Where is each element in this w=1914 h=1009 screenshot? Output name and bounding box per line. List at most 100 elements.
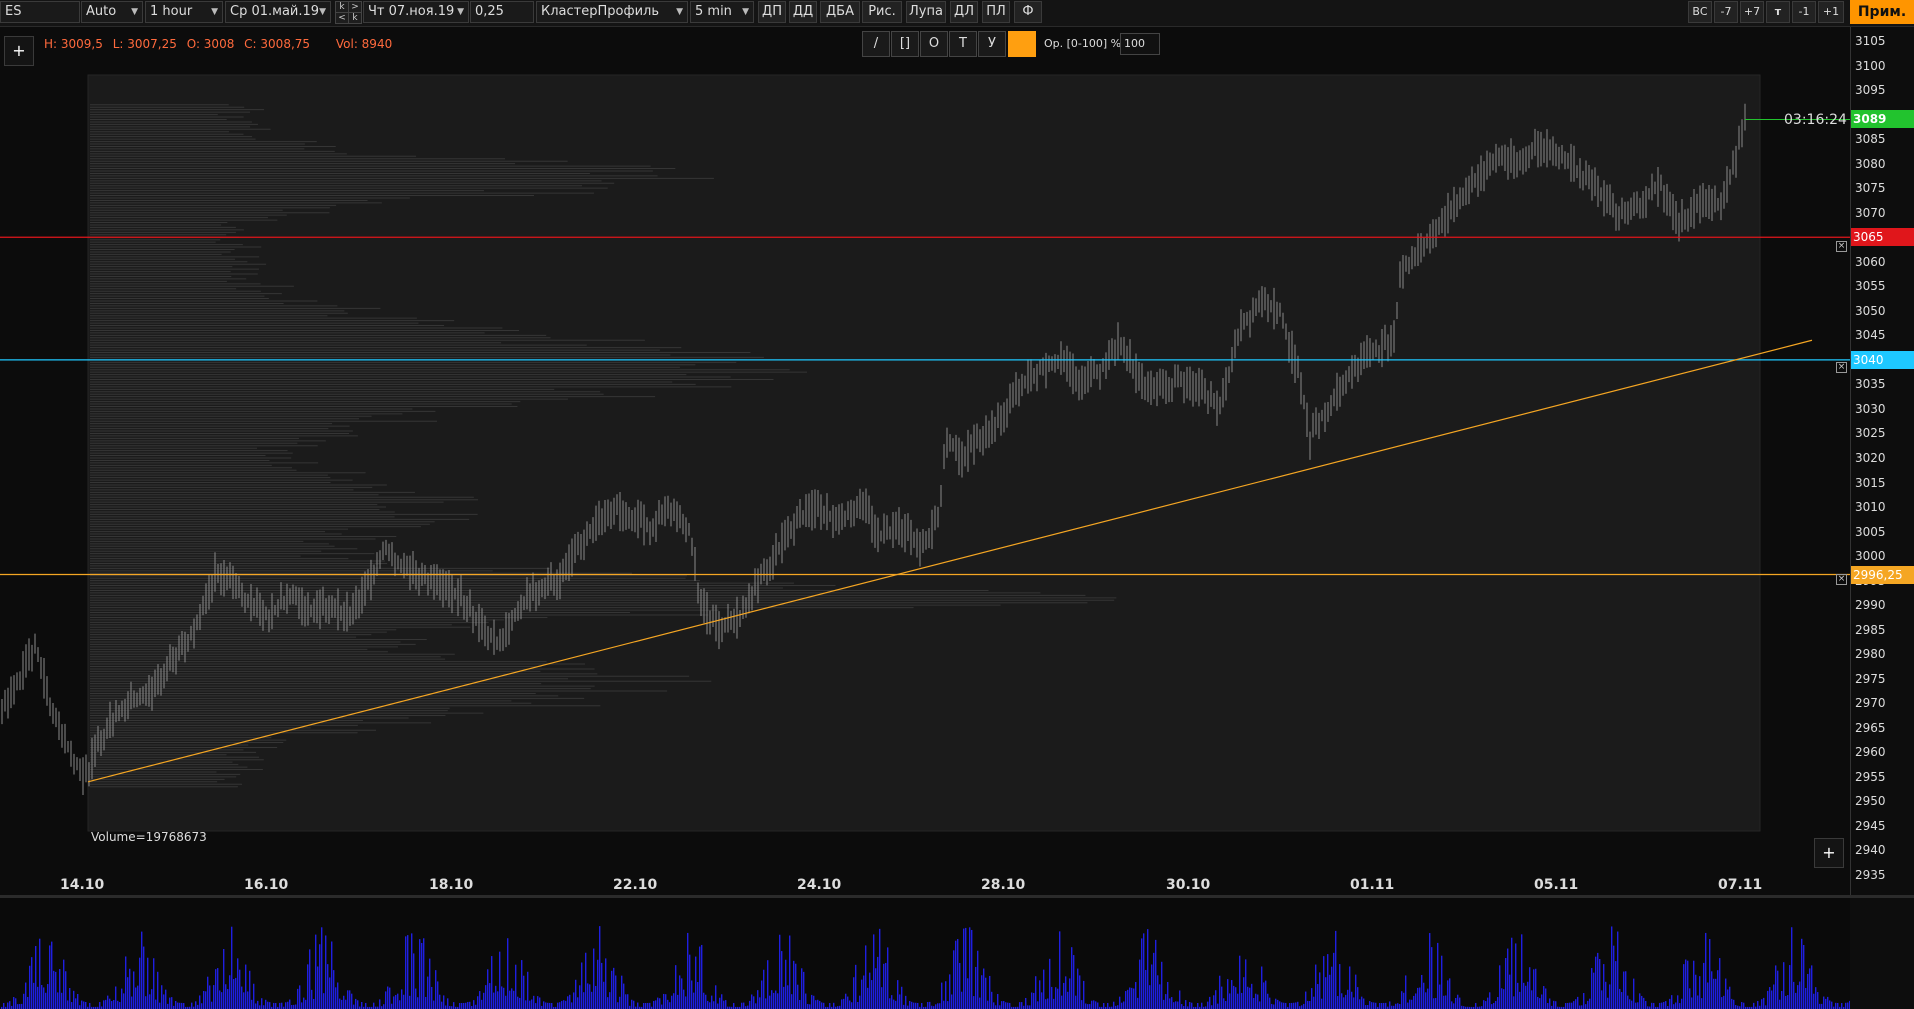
volume-bar (1787, 995, 1789, 1009)
add-indicator-button[interactable]: + (4, 36, 34, 66)
f-button[interactable]: Ф (1014, 1, 1042, 23)
tick-size-input[interactable]: 0,25 (470, 1, 534, 23)
volume-bar (1569, 1002, 1571, 1009)
volume-bar (955, 940, 957, 1009)
color-swatch[interactable] (1008, 31, 1036, 57)
u-tool-button[interactable]: У (978, 31, 1006, 57)
volume-bar (299, 985, 301, 1009)
dd-button[interactable]: ДД (789, 1, 817, 23)
date-to-select[interactable]: Чт 07.ноя.19 ▼ (363, 1, 469, 23)
t-button[interactable]: т (1766, 1, 1790, 23)
volume-bar (1707, 982, 1709, 1009)
volume-bar (413, 953, 415, 1009)
volume-bar (1301, 1005, 1303, 1009)
remove-level-2996-icon[interactable]: × (1836, 574, 1847, 585)
dba-button[interactable]: ДБА (820, 1, 860, 23)
price-chart[interactable] (0, 27, 1850, 897)
volume-bar (807, 1003, 809, 1009)
timeframe-select[interactable]: 1 hour ▼ (145, 1, 223, 23)
volume-bar (883, 963, 885, 1009)
volume-bar (327, 964, 329, 1009)
volume-bar (1527, 981, 1529, 1009)
minus7-button[interactable]: -7 (1714, 1, 1738, 23)
volume-bar (559, 1002, 561, 1009)
volume-pane[interactable] (0, 898, 1850, 1009)
volume-bar (723, 1000, 725, 1009)
vs-button[interactable]: ВС (1688, 1, 1712, 23)
volume-bar (1249, 987, 1251, 1009)
volume-bar (57, 992, 59, 1009)
volume-bar (1123, 1001, 1125, 1009)
volume-bar (983, 968, 985, 1009)
price-axis[interactable]: 3105310030953090308530803075307030653060… (1850, 27, 1914, 897)
volume-bar (397, 993, 399, 1009)
volume-bar (1607, 997, 1609, 1009)
price-axis-label: 3035 (1855, 377, 1886, 392)
volume-bar (143, 946, 145, 1009)
volume-bar (243, 992, 245, 1009)
volume-bar (1595, 956, 1597, 1009)
volume-bar (871, 980, 873, 1009)
rectangle-tool-button[interactable]: [] (891, 31, 919, 57)
symbol-select[interactable]: ES (0, 1, 80, 23)
volume-bar (909, 1000, 911, 1009)
price-axis-label: 3080 (1855, 156, 1886, 171)
plus7-button[interactable]: +7 (1740, 1, 1764, 23)
volume-bar (129, 968, 131, 1009)
date-from-select[interactable]: Ср 01.май.19 ▼ (225, 1, 331, 23)
scale-select[interactable]: Auto ▼ (81, 1, 143, 23)
text-tool-button[interactable]: T (949, 31, 977, 57)
minus1-button[interactable]: -1 (1792, 1, 1816, 23)
volume-bar (201, 1003, 203, 1009)
volume-bar (1821, 1003, 1823, 1009)
interval-select[interactable]: 5 min ▼ (690, 1, 754, 23)
volume-bar (1549, 998, 1551, 1009)
volume-bar (1545, 988, 1547, 1009)
time-axis[interactable]: 14.10 16.10 18.10 22.10 24.10 28.10 30.10 01.11… (0, 869, 1850, 897)
volume-bar (507, 938, 509, 1009)
pl-button[interactable]: ПЛ (982, 1, 1010, 23)
volume-bar (147, 957, 149, 1009)
remove-level-3040-icon[interactable]: × (1836, 362, 1847, 373)
step-down-right[interactable]: k (348, 12, 362, 24)
price-axis-label: 2985 (1855, 622, 1886, 637)
volume-bar (573, 992, 575, 1009)
magnifier-button[interactable]: Лупа (906, 1, 946, 23)
volume-bar (855, 964, 857, 1009)
volume-bar (583, 992, 585, 1009)
volume-bar (213, 985, 215, 1009)
volume-bar (435, 970, 437, 1009)
volume-bar (1799, 981, 1801, 1009)
step-down-left[interactable]: < (335, 12, 349, 24)
volume-bar (313, 998, 315, 1009)
volume-bar (693, 992, 695, 1009)
volume-bar (913, 1002, 915, 1009)
volume-bar (51, 941, 53, 1009)
time-axis-label: 07.11 (1718, 877, 1763, 893)
volume-bar (1359, 999, 1361, 1009)
remove-level-3065-icon[interactable]: × (1836, 241, 1847, 252)
volume-bar (719, 997, 721, 1009)
volume-bar (1439, 984, 1441, 1009)
line-tool-button[interactable]: / (862, 31, 890, 57)
mode-select[interactable]: КластерПрофиль ▼ (536, 1, 688, 23)
draw-button[interactable]: Рис. (862, 1, 902, 23)
volume-bar (875, 968, 877, 1009)
prim-button[interactable]: Прим. (1850, 0, 1914, 24)
volume-bar (1309, 1000, 1311, 1009)
ellipse-tool-button[interactable]: O (920, 31, 948, 57)
date-stepper[interactable]: k > < k (334, 1, 362, 24)
volume-bar (1369, 1001, 1371, 1009)
volume-bar (675, 965, 677, 1009)
date-to-label: Чт 07.ноя.19 (368, 4, 455, 19)
volume-bar (1433, 998, 1435, 1009)
plus1-button[interactable]: +1 (1818, 1, 1844, 23)
volume-bar (795, 963, 797, 1009)
volume-bar (1679, 1003, 1681, 1009)
dl-button[interactable]: ДЛ (950, 1, 978, 23)
opacity-input[interactable]: 100 (1120, 33, 1160, 55)
dp-button[interactable]: ДП (758, 1, 786, 23)
zoom-plus-button[interactable]: + (1814, 838, 1844, 868)
volume-bar (1435, 997, 1437, 1009)
volume-bar (1705, 932, 1707, 1009)
